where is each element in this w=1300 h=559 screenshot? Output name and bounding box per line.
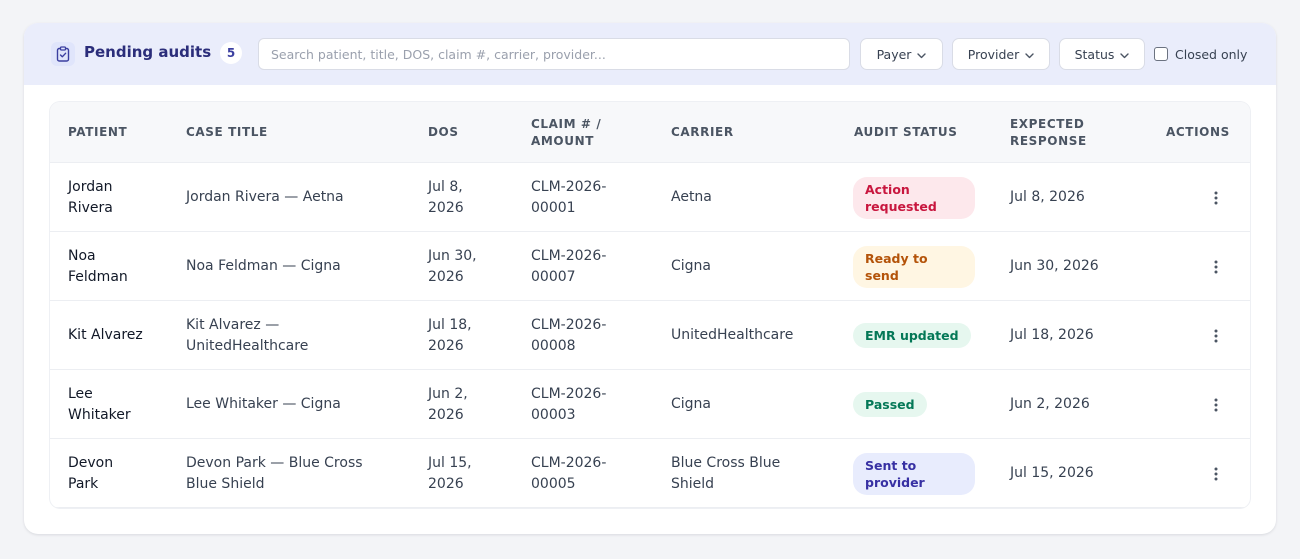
audit-status-cell: Action requested	[853, 163, 1003, 232]
chevron-down-icon	[1025, 47, 1034, 62]
patient-cell: Lee Whitaker	[68, 385, 131, 423]
dos-cell: Jul 18, 2026	[428, 316, 472, 354]
column-header-patient[interactable]: PATIENT	[68, 102, 127, 163]
case-title-cell: Noa Feldman — Cigna	[186, 258, 341, 274]
claim-cell: CLM-2026- 00007	[531, 247, 607, 285]
column-header-audit-status[interactable]: AUDIT STATUS	[854, 102, 957, 163]
pending-audits-card: Pending audits 5 Payer Provider Status C…	[24, 23, 1276, 534]
row-actions-button[interactable]	[1204, 163, 1228, 232]
provider-filter-label: Provider	[967, 46, 1020, 62]
audits-table: PATIENT CASE TITLE DOS CLAIM # / AMOUNT C…	[50, 102, 1250, 508]
column-header-carrier[interactable]: CARRIER	[671, 102, 734, 163]
patient-cell: Devon Park	[68, 454, 114, 492]
status-filter-label: Status	[1074, 46, 1115, 62]
closed-only-toggle[interactable]: Closed only	[1154, 38, 1247, 70]
status-badge: Ready to send	[853, 245, 975, 288]
claim-cell: CLM-2026- 00005	[531, 454, 607, 492]
column-header-expected-response[interactable]: EXPECTED RESPONSE	[1010, 102, 1087, 163]
status-filter-dropdown[interactable]: Status	[1059, 38, 1145, 70]
status-badge: Passed	[853, 392, 927, 417]
case-title-cell: Jordan Rivera — Aetna	[186, 189, 344, 205]
column-header-dos[interactable]: DOS	[428, 102, 459, 163]
table-row[interactable]: Devon Park Devon Park — Blue Cross Blue Shi…	[50, 439, 1250, 508]
table-row[interactable]: Lee Whitaker Lee Whitaker — Cigna Jun 2, 202…	[50, 370, 1250, 439]
audit-status-cell: EMR updated	[853, 301, 1003, 370]
row-actions-button[interactable]	[1204, 439, 1228, 508]
case-title-cell: Devon Park — Blue Cross Blue Shield	[186, 454, 363, 492]
page-title: Pending audits	[84, 43, 212, 61]
dos-cell: Jul 8, 2026	[428, 178, 464, 216]
expected-response-cell: Jun 2, 2026	[1010, 396, 1090, 412]
table-row[interactable]: Jordan Rivera Jordan Rivera — Aetna Jul 8, 2…	[50, 163, 1250, 232]
chevron-down-icon	[917, 47, 927, 62]
count-badge: 5	[220, 42, 242, 64]
audit-status-cell: Passed	[853, 370, 1003, 439]
carrier-cell: Blue Cross Blue Shield	[671, 454, 781, 492]
closed-only-label: Closed only	[1175, 46, 1248, 62]
carrier-cell: Cigna	[671, 396, 712, 412]
toolbar: Pending audits 5 Payer Provider Status C…	[24, 23, 1276, 85]
audit-status-cell: Sent to provider	[853, 439, 1003, 508]
chevron-down-icon	[1120, 47, 1130, 62]
carrier-cell: Aetna	[671, 189, 712, 205]
column-header-actions: ACTIONS	[1166, 125, 1230, 139]
patient-cell: Kit Alvarez	[68, 327, 143, 343]
status-badge: Sent to provider	[853, 452, 975, 495]
table-row[interactable]: Kit Alvarez Kit Alvarez — UnitedHealthcare…	[50, 301, 1250, 370]
table-row[interactable]: Noa Feldman Noa Feldman — Cigna Jun 30, 2026…	[50, 232, 1250, 301]
column-header-claim[interactable]: CLAIM # / AMOUNT	[531, 102, 601, 163]
closed-only-checkbox[interactable]	[1154, 47, 1168, 61]
dos-cell: Jun 30, 2026	[428, 247, 477, 285]
claim-cell: CLM-2026- 00003	[531, 385, 607, 423]
expected-response-cell: Jul 15, 2026	[1010, 465, 1094, 481]
dos-cell: Jun 2, 2026	[428, 385, 468, 423]
search-input[interactable]	[258, 38, 850, 70]
claim-cell: CLM-2026- 00001	[531, 178, 607, 216]
kebab-vertical-icon	[1214, 467, 1218, 480]
kebab-vertical-icon	[1214, 329, 1218, 342]
patient-cell: Jordan Rivera	[68, 178, 113, 216]
carrier-cell: UnitedHealthcare	[671, 327, 794, 343]
audit-status-cell: Ready to send	[853, 232, 1003, 301]
payer-filter-dropdown[interactable]: Payer	[860, 38, 943, 70]
column-header-case-title[interactable]: CASE TITLE	[186, 102, 268, 163]
status-badge: Action requested	[853, 176, 975, 219]
case-title-cell: Lee Whitaker — Cigna	[186, 396, 341, 412]
table-header: PATIENT CASE TITLE DOS CLAIM # / AMOUNT C…	[50, 102, 1250, 163]
kebab-vertical-icon	[1214, 191, 1218, 204]
kebab-vertical-icon	[1214, 260, 1218, 273]
status-badge: EMR updated	[853, 323, 971, 348]
expected-response-cell: Jul 18, 2026	[1010, 327, 1094, 343]
dos-cell: Jul 15, 2026	[428, 454, 472, 492]
row-actions-button[interactable]	[1204, 370, 1228, 439]
kebab-vertical-icon	[1214, 398, 1218, 411]
case-title-cell: Kit Alvarez — UnitedHealthcare	[186, 316, 309, 354]
expected-response-cell: Jul 8, 2026	[1010, 189, 1085, 205]
expected-response-cell: Jun 30, 2026	[1010, 258, 1099, 274]
payer-filter-label: Payer	[876, 46, 912, 62]
row-actions-button[interactable]	[1204, 301, 1228, 370]
row-actions-button[interactable]	[1204, 232, 1228, 301]
clipboard-check-icon	[51, 42, 75, 66]
carrier-cell: Cigna	[671, 258, 712, 274]
provider-filter-dropdown[interactable]: Provider	[952, 38, 1050, 70]
patient-cell: Noa Feldman	[68, 247, 128, 285]
claim-cell: CLM-2026- 00008	[531, 316, 607, 354]
